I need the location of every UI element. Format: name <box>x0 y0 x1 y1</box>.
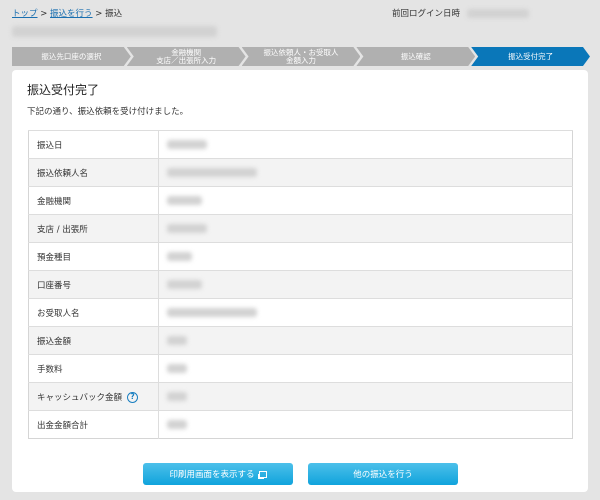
table-row: 出金金額合計 <box>28 410 573 439</box>
breadcrumb-current: 振込 <box>105 9 123 19</box>
breadcrumb-top-link[interactable]: トップ <box>12 9 38 19</box>
table-row: 振込金額 <box>28 326 573 355</box>
row-value-redacted <box>158 298 573 327</box>
row-label: 振込日 <box>28 130 159 159</box>
row-value-redacted <box>158 382 573 411</box>
table-row: 金融機関 <box>28 186 573 215</box>
row-label: 預金種目 <box>28 242 159 271</box>
page-title: 振込受付完了 <box>27 83 100 97</box>
row-label: 振込金額 <box>28 326 159 355</box>
table-row: 預金種目 <box>28 242 573 271</box>
row-value-redacted <box>158 354 573 383</box>
result-card: 振込受付完了 下記の通り、振込依頼を受け付けました。 振込日 振込依頼人名 金融機関… <box>12 70 588 492</box>
last-login-label: 前回ログイン日時 <box>392 9 461 19</box>
step-5-active: 振込受付完了 <box>471 47 590 66</box>
last-login: 前回ログイン日時 <box>392 7 529 19</box>
row-label: 金融機関 <box>28 186 159 215</box>
row-label: 振込依頼人名 <box>28 158 159 187</box>
breadcrumb: トップ > 振込を行う > 振込 <box>12 9 123 19</box>
step-4: 振込確認 <box>356 47 475 66</box>
row-label: キャッシュバック金額? <box>28 382 159 411</box>
progress-steps: 振込先口座の選択 金融機関 支店／出張所入力 振込依頼人・お受取人 金額入力 振… <box>12 47 586 66</box>
table-row: お受取人名 <box>28 298 573 327</box>
print-view-button[interactable]: 印刷用画面を表示する <box>143 463 293 485</box>
last-login-value-redacted <box>466 9 529 18</box>
row-value-redacted <box>158 186 573 215</box>
table-row: 口座番号 <box>28 270 573 299</box>
row-value-redacted <box>158 130 573 159</box>
row-value-redacted <box>158 158 573 187</box>
row-label: 口座番号 <box>28 270 159 299</box>
row-label: 支店 / 出張所 <box>28 214 159 243</box>
account-info-redacted <box>12 26 217 37</box>
table-row: 手数料 <box>28 354 573 383</box>
row-value-redacted <box>158 410 573 439</box>
row-value-redacted <box>158 242 573 271</box>
row-label: 出金金額合計 <box>28 410 159 439</box>
step-2: 金融機関 支店／出張所入力 <box>127 47 246 66</box>
step-3: 振込依頼人・お受取人 金額入力 <box>242 47 361 66</box>
transfer-details-table: 振込日 振込依頼人名 金融機関 支店 / 出張所 預金種目 口座番号 お受取人名 振込金額 手数… <box>28 130 573 439</box>
table-row: 振込依頼人名 <box>28 158 573 187</box>
new-transfer-button[interactable]: 他の振込を行う <box>308 463 458 485</box>
table-row: キャッシュバック金額? <box>28 382 573 411</box>
row-label: お受取人名 <box>28 298 159 327</box>
description: 下記の通り、振込依頼を受け付けました。 <box>27 107 189 117</box>
row-label: 手数料 <box>28 354 159 383</box>
table-row: 支店 / 出張所 <box>28 214 573 243</box>
row-value-redacted <box>158 270 573 299</box>
row-value-redacted <box>158 214 573 243</box>
row-value-redacted <box>158 326 573 355</box>
table-row: 振込日 <box>28 130 573 159</box>
external-window-icon <box>258 470 267 478</box>
help-icon[interactable]: ? <box>127 391 139 403</box>
breadcrumb-transfer-link[interactable]: 振込を行う <box>50 9 93 19</box>
step-1: 振込先口座の選択 <box>12 47 131 66</box>
